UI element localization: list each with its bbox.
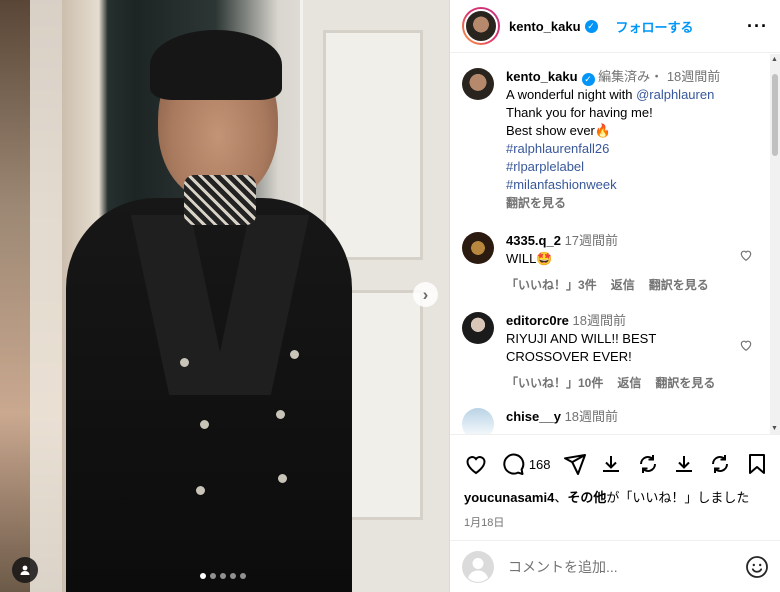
comment-item: 4335.q_2 17週間前 WILL🤩 「いいね！」3件 返信 翻訳を見る [450, 232, 780, 294]
bookmark-icon [748, 454, 765, 474]
comment-time[interactable]: 18週間前 [565, 409, 618, 424]
comment-username[interactable]: chise__y [506, 409, 561, 424]
scroll-down-icon[interactable]: ▼ [771, 425, 778, 432]
photo-background-panel [30, 0, 62, 592]
translate-link[interactable]: 翻訳を見る [655, 374, 715, 392]
scrollbar-thumb[interactable] [772, 74, 778, 156]
comment-count: 168 [528, 456, 551, 472]
commenter-avatar[interactable] [462, 232, 494, 264]
carousel-dot [210, 573, 216, 579]
story-ring[interactable] [462, 7, 500, 45]
carousel-dot-active [200, 573, 206, 579]
scroll-up-icon[interactable]: ▲ [771, 56, 778, 63]
caption-username[interactable]: kento_kaku [506, 69, 578, 84]
carousel-dot [220, 573, 226, 579]
scrollbar[interactable]: ▲ ▼ [770, 54, 780, 434]
heart-icon[interactable] [739, 248, 753, 262]
comment-button[interactable] [500, 451, 524, 477]
share-button[interactable] [563, 451, 587, 477]
caption-line: Thank you for having me! [506, 105, 653, 120]
action-bar: 168 youcunasami4、その他が「いいね！」しました 1月18日 [450, 434, 780, 530]
avatar [464, 9, 498, 43]
comment-text: WILL🤩 [506, 251, 553, 266]
carousel-indicator [200, 573, 246, 579]
more-options-icon[interactable]: ··· [747, 16, 768, 37]
hashtag-link[interactable]: #ralphlaurenfall26 [506, 140, 766, 158]
person-scarf [184, 175, 256, 225]
comment-time[interactable]: 18週間前 [573, 313, 626, 328]
author-username[interactable]: kento_kaku [509, 19, 581, 34]
person-jacket [66, 198, 352, 592]
save-button[interactable] [745, 451, 769, 477]
user-avatar-icon [462, 550, 494, 583]
caption-avatar[interactable] [462, 68, 494, 100]
post-photo[interactable]: › [0, 0, 449, 592]
commenter-avatar[interactable] [462, 408, 494, 434]
user-icon [20, 565, 30, 575]
likes-summary[interactable]: youcunasami4、その他が「いいね！」しました [450, 481, 780, 506]
comment-text: RIYUJI AND WILL!! BEST CROSSOVER EVER! [506, 331, 657, 364]
comment-likes[interactable]: 「いいね！」3件 [506, 276, 597, 294]
verified-badge-icon: ✓ [584, 19, 598, 33]
caption-line: A wonderful night with [506, 87, 637, 102]
likes-suffix: が「いいね！」しました [606, 490, 750, 505]
download-button[interactable] [599, 451, 623, 477]
send-icon [563, 454, 586, 475]
follow-button[interactable]: フォローする [616, 17, 694, 36]
instagram-post: › kento_kaku ✓ フォローする ··· kento_kaku ✓ 編… [0, 0, 780, 592]
post-date[interactable]: 1月18日 [450, 506, 780, 530]
comment-time[interactable]: 17週間前 [565, 233, 618, 248]
post-time[interactable]: 18週間前 [667, 69, 720, 84]
comment-item: editorc0re 18週間前 RIYUJI AND WILL!! BEST … [450, 312, 780, 392]
download-icon [675, 456, 692, 472]
post-side-panel: kento_kaku ✓ フォローする ··· kento_kaku ✓ 編集済み… [449, 0, 780, 592]
add-comment-bar: コメントを追加... [450, 540, 780, 592]
like-button[interactable] [464, 451, 488, 477]
repost-button[interactable] [708, 451, 732, 477]
repost-button[interactable] [635, 451, 659, 477]
likes-separator: 、 [554, 490, 568, 505]
person-hair [150, 30, 282, 100]
chevron-right-icon: › [422, 284, 429, 304]
heart-icon [466, 456, 486, 475]
comment-username[interactable]: 4335.q_2 [506, 233, 561, 248]
verified-badge-icon: ✓ [581, 72, 595, 86]
download-icon [603, 456, 620, 472]
comment-input[interactable]: コメントを追加... [508, 557, 618, 577]
refresh-icon [639, 455, 656, 473]
commenter-avatar[interactable] [462, 312, 494, 344]
translate-link[interactable]: 翻訳を見る [649, 276, 709, 294]
comment-icon [502, 453, 524, 475]
comment-likes[interactable]: 「いいね！」10件 [506, 374, 603, 392]
post-caption: kento_kaku ✓ 編集済み・ 18週間前 A wonderful nigh… [450, 54, 780, 212]
translate-link[interactable]: 翻訳を見る [506, 194, 766, 212]
likes-others[interactable]: その他 [567, 490, 606, 505]
carousel-dot [240, 573, 246, 579]
comment-username[interactable]: editorc0re [506, 313, 569, 328]
comments-scroll-area[interactable]: kento_kaku ✓ 編集済み・ 18週間前 A wonderful nigh… [450, 54, 780, 434]
carousel-next-button[interactable]: › [413, 282, 438, 307]
post-header: kento_kaku ✓ フォローする ··· [450, 0, 780, 53]
tagged-users-button[interactable] [12, 557, 38, 583]
mention-link[interactable]: @ralphlauren [636, 87, 714, 102]
hashtag-link[interactable]: #milanfashionweek [506, 176, 766, 194]
liker-username[interactable]: youcunasami4 [464, 490, 554, 505]
emoji-icon[interactable] [745, 555, 769, 579]
reply-button[interactable]: 返信 [617, 374, 641, 392]
comment-item: chise__y 18週間前 [450, 408, 780, 434]
carousel-dot [230, 573, 236, 579]
caption-line: Best show ever🔥 [506, 123, 612, 138]
reply-button[interactable]: 返信 [611, 276, 635, 294]
download-button[interactable] [672, 451, 696, 477]
hashtag-link[interactable]: #rlparplelabel [506, 158, 766, 176]
refresh-icon [712, 455, 729, 473]
heart-icon[interactable] [739, 338, 753, 352]
edited-label: 編集済み・ [598, 69, 664, 84]
